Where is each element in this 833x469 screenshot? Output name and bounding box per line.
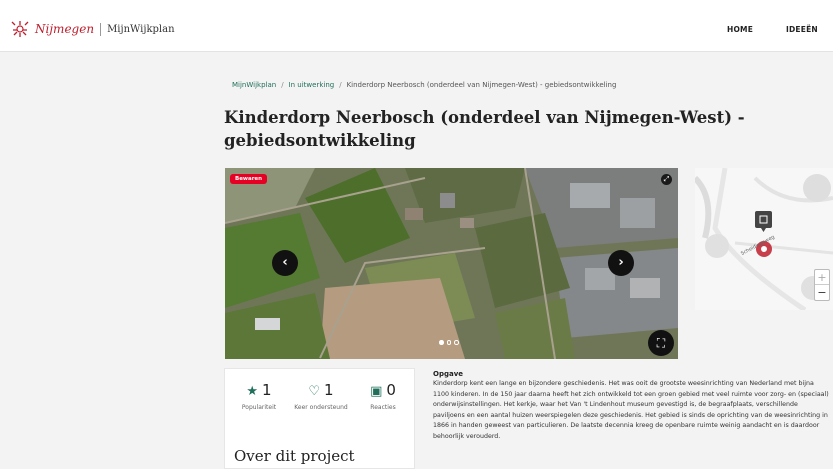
nijmegen-logo-icon: [11, 21, 29, 37]
heart-icon[interactable]: ♡: [308, 384, 320, 399]
previous-slide-button[interactable]: ‹: [272, 250, 298, 276]
fullscreen-button[interactable]: ⛶: [648, 330, 674, 356]
breadcrumb-separator: /: [339, 81, 342, 89]
map-canvas: Scheidingsweg: [695, 168, 833, 310]
breadcrumb-root-link[interactable]: MijnWijkplan: [232, 81, 276, 89]
reactions-label: Reacties: [370, 404, 396, 411]
nav-home-link[interactable]: HOME: [727, 25, 753, 34]
site-header: Nijmegen MijnWijkplan HOME IDEEËN: [0, 0, 833, 52]
location-map[interactable]: Scheidingsweg: [695, 168, 833, 310]
chat-icon: ▣: [370, 384, 383, 399]
supported-count: 1: [324, 381, 334, 399]
nav-ideas-link[interactable]: IDEEËN: [786, 25, 818, 34]
breadcrumb-current: Kinderdorp Neerbosch (onderdeel van Nijm…: [346, 81, 617, 89]
expand-icon[interactable]: ⤢: [661, 174, 672, 185]
project-photo-gallery[interactable]: Bewaren ⤢ ‹ › ⛶: [225, 168, 678, 359]
breadcrumb-separator: /: [281, 81, 284, 89]
slide-dot[interactable]: [439, 340, 444, 345]
description-text: Kinderdorp kent een lange en bijzondere …: [433, 380, 829, 440]
stat-reactions[interactable]: ▣ 0 Reacties: [353, 381, 413, 412]
slide-indicator: [439, 340, 459, 345]
site-logo[interactable]: Nijmegen MijnWijkplan: [10, 20, 175, 38]
pinterest-save-button[interactable]: Bewaren: [230, 174, 268, 184]
logo-divider: [100, 22, 102, 36]
about-project-heading: Over dit project: [234, 447, 355, 465]
project-stats-card: ★ 1 Populariteit ♡ 1 Keer ondersteund ▣ 0 R…: [224, 368, 415, 469]
project-description: Opgave Kinderdorp kent een lange en bijz…: [433, 370, 831, 443]
popularity-label: Populariteit: [241, 404, 277, 411]
page-title: Kinderdorp Neerbosch (onderdeel van Nijm…: [224, 108, 745, 150]
logo-app-name: MijnWijkplan: [107, 23, 175, 35]
stat-popularity: ★ 1 Populariteit: [229, 381, 289, 412]
slide-dot[interactable]: [454, 340, 459, 345]
description-heading: Opgave: [433, 370, 464, 378]
reactions-count: 0: [386, 381, 396, 399]
zoom-out-button[interactable]: −: [815, 285, 829, 300]
logo-city-name: Nijmegen: [35, 22, 95, 36]
next-slide-button[interactable]: ›: [608, 250, 634, 276]
map-zoom-controls: + −: [814, 269, 830, 301]
slide-dot[interactable]: [446, 340, 451, 345]
popularity-count: 1: [262, 381, 272, 399]
breadcrumb: MijnWijkplan / In uitwerking / Kinderdorp Ne…: [232, 81, 616, 89]
star-icon: ★: [246, 384, 259, 399]
breadcrumb-section-link[interactable]: In uitwerking: [289, 81, 335, 89]
supported-label: Keer ondersteund: [294, 404, 348, 411]
zoom-in-button[interactable]: +: [815, 270, 829, 285]
stat-supported[interactable]: ♡ 1 Keer ondersteund: [291, 381, 351, 412]
